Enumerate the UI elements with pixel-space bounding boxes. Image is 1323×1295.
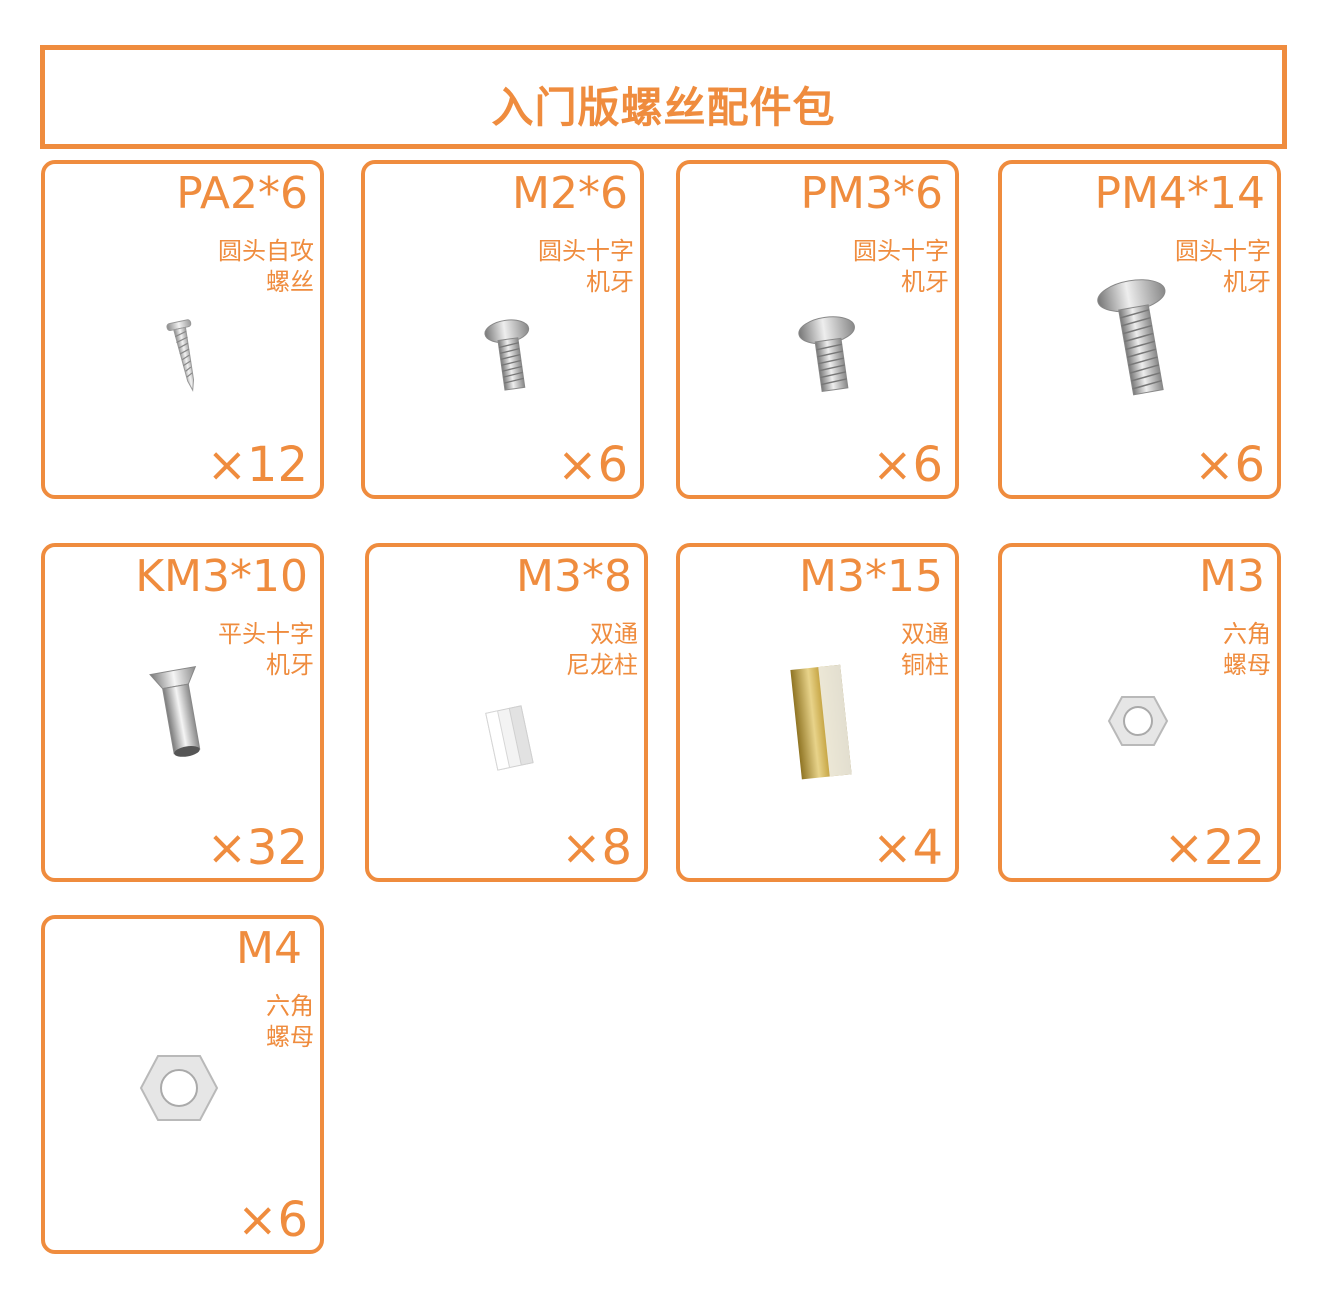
part-card-pm3x6: PM3*6 圆头十字 机牙 ×6 <box>676 160 959 499</box>
part-code: M3*8 <box>516 551 632 602</box>
part-description-line: 螺母 <box>1223 651 1271 679</box>
part-description: 六角 螺母 <box>1223 619 1271 681</box>
part-card-m2x6: M2*6 圆头十字 机牙 ×6 <box>361 160 644 499</box>
quantity-label: ×8 <box>561 820 632 876</box>
part-code: M3 <box>1199 551 1265 602</box>
part-code: KM3*10 <box>135 551 308 602</box>
part-description-line: 机牙 <box>266 651 314 679</box>
quantity-label: ×6 <box>237 1192 308 1248</box>
pan-head-machine-screw-icon <box>484 319 530 391</box>
quantity-label: ×22 <box>1163 820 1265 876</box>
part-description-line: 螺母 <box>266 1023 314 1051</box>
part-description-line: 双通 <box>901 620 949 648</box>
pan-head-machine-screw-icon <box>798 316 855 393</box>
part-description: 平头十字 机牙 <box>218 619 314 681</box>
part-card-m3-nut: M3 六角 螺母 ×22 <box>998 543 1281 882</box>
quantity-label: ×6 <box>557 437 628 493</box>
hex-nut-icon <box>139 1055 219 1121</box>
part-description-line: 机牙 <box>901 268 949 296</box>
part-description-line: 机牙 <box>586 268 634 296</box>
part-description-line: 六角 <box>266 992 314 1020</box>
part-card-m3x8: M3*8 双通 尼龙柱 ×8 <box>365 543 648 882</box>
quantity-label: ×4 <box>872 820 943 876</box>
part-card-km3x10: KM3*10 平头十字 机牙 ×32 <box>41 543 324 882</box>
part-description-line: 铜柱 <box>901 651 949 679</box>
quantity-label: ×6 <box>1194 437 1265 493</box>
part-description-line: 双通 <box>590 620 638 648</box>
part-code: M2*6 <box>512 168 628 219</box>
part-description: 圆头十字 机牙 <box>1175 236 1271 298</box>
brass-standoff-icon <box>790 664 852 780</box>
part-description-line: 平头十字 <box>218 620 314 648</box>
hex-nut-icon <box>1107 696 1169 746</box>
part-code: PM3*6 <box>800 168 943 219</box>
part-description-line: 圆头十字 <box>853 237 949 265</box>
part-card-m4-nut: M4 六角 螺母 ×6 <box>41 915 324 1254</box>
nylon-standoff-icon <box>485 705 534 771</box>
part-code: M4 <box>236 923 302 974</box>
part-code: PM4*14 <box>1094 168 1265 219</box>
part-card-m3x15: M3*15 双通 铜柱 ×4 <box>676 543 959 882</box>
self-tapping-screw-icon <box>166 319 195 392</box>
part-description: 双通 尼龙柱 <box>566 619 638 681</box>
part-description-line: 螺丝 <box>266 268 314 296</box>
part-description: 六角 螺母 <box>266 991 314 1053</box>
part-description-line: 机牙 <box>1223 268 1271 296</box>
title-banner: 入门版螺丝配件包 <box>40 45 1287 149</box>
part-card-pa2x6: PA2*6 圆头自攻 螺丝 ×12 <box>41 160 324 499</box>
page-title: 入门版螺丝配件包 <box>491 83 836 132</box>
pan-head-machine-screw-icon <box>1097 279 1166 396</box>
part-description-line: 圆头自攻 <box>218 237 314 265</box>
quantity-label: ×32 <box>206 820 308 876</box>
quantity-label: ×6 <box>872 437 943 493</box>
part-description: 双通 铜柱 <box>901 619 949 681</box>
part-code: PA2*6 <box>176 168 308 219</box>
part-description-line: 圆头十字 <box>538 237 634 265</box>
part-description-line: 圆头十字 <box>1175 237 1271 265</box>
part-description-line: 尼龙柱 <box>566 651 638 679</box>
part-card-pm4x14: PM4*14 圆头十字 机牙 ×6 <box>998 160 1281 499</box>
part-code: M3*15 <box>799 551 943 602</box>
quantity-label: ×12 <box>206 437 308 493</box>
countersunk-screw-icon <box>149 665 201 757</box>
part-description: 圆头十字 机牙 <box>538 236 634 298</box>
part-description: 圆头自攻 螺丝 <box>218 236 314 298</box>
part-description-line: 六角 <box>1223 620 1271 648</box>
part-description: 圆头十字 机牙 <box>853 236 949 298</box>
